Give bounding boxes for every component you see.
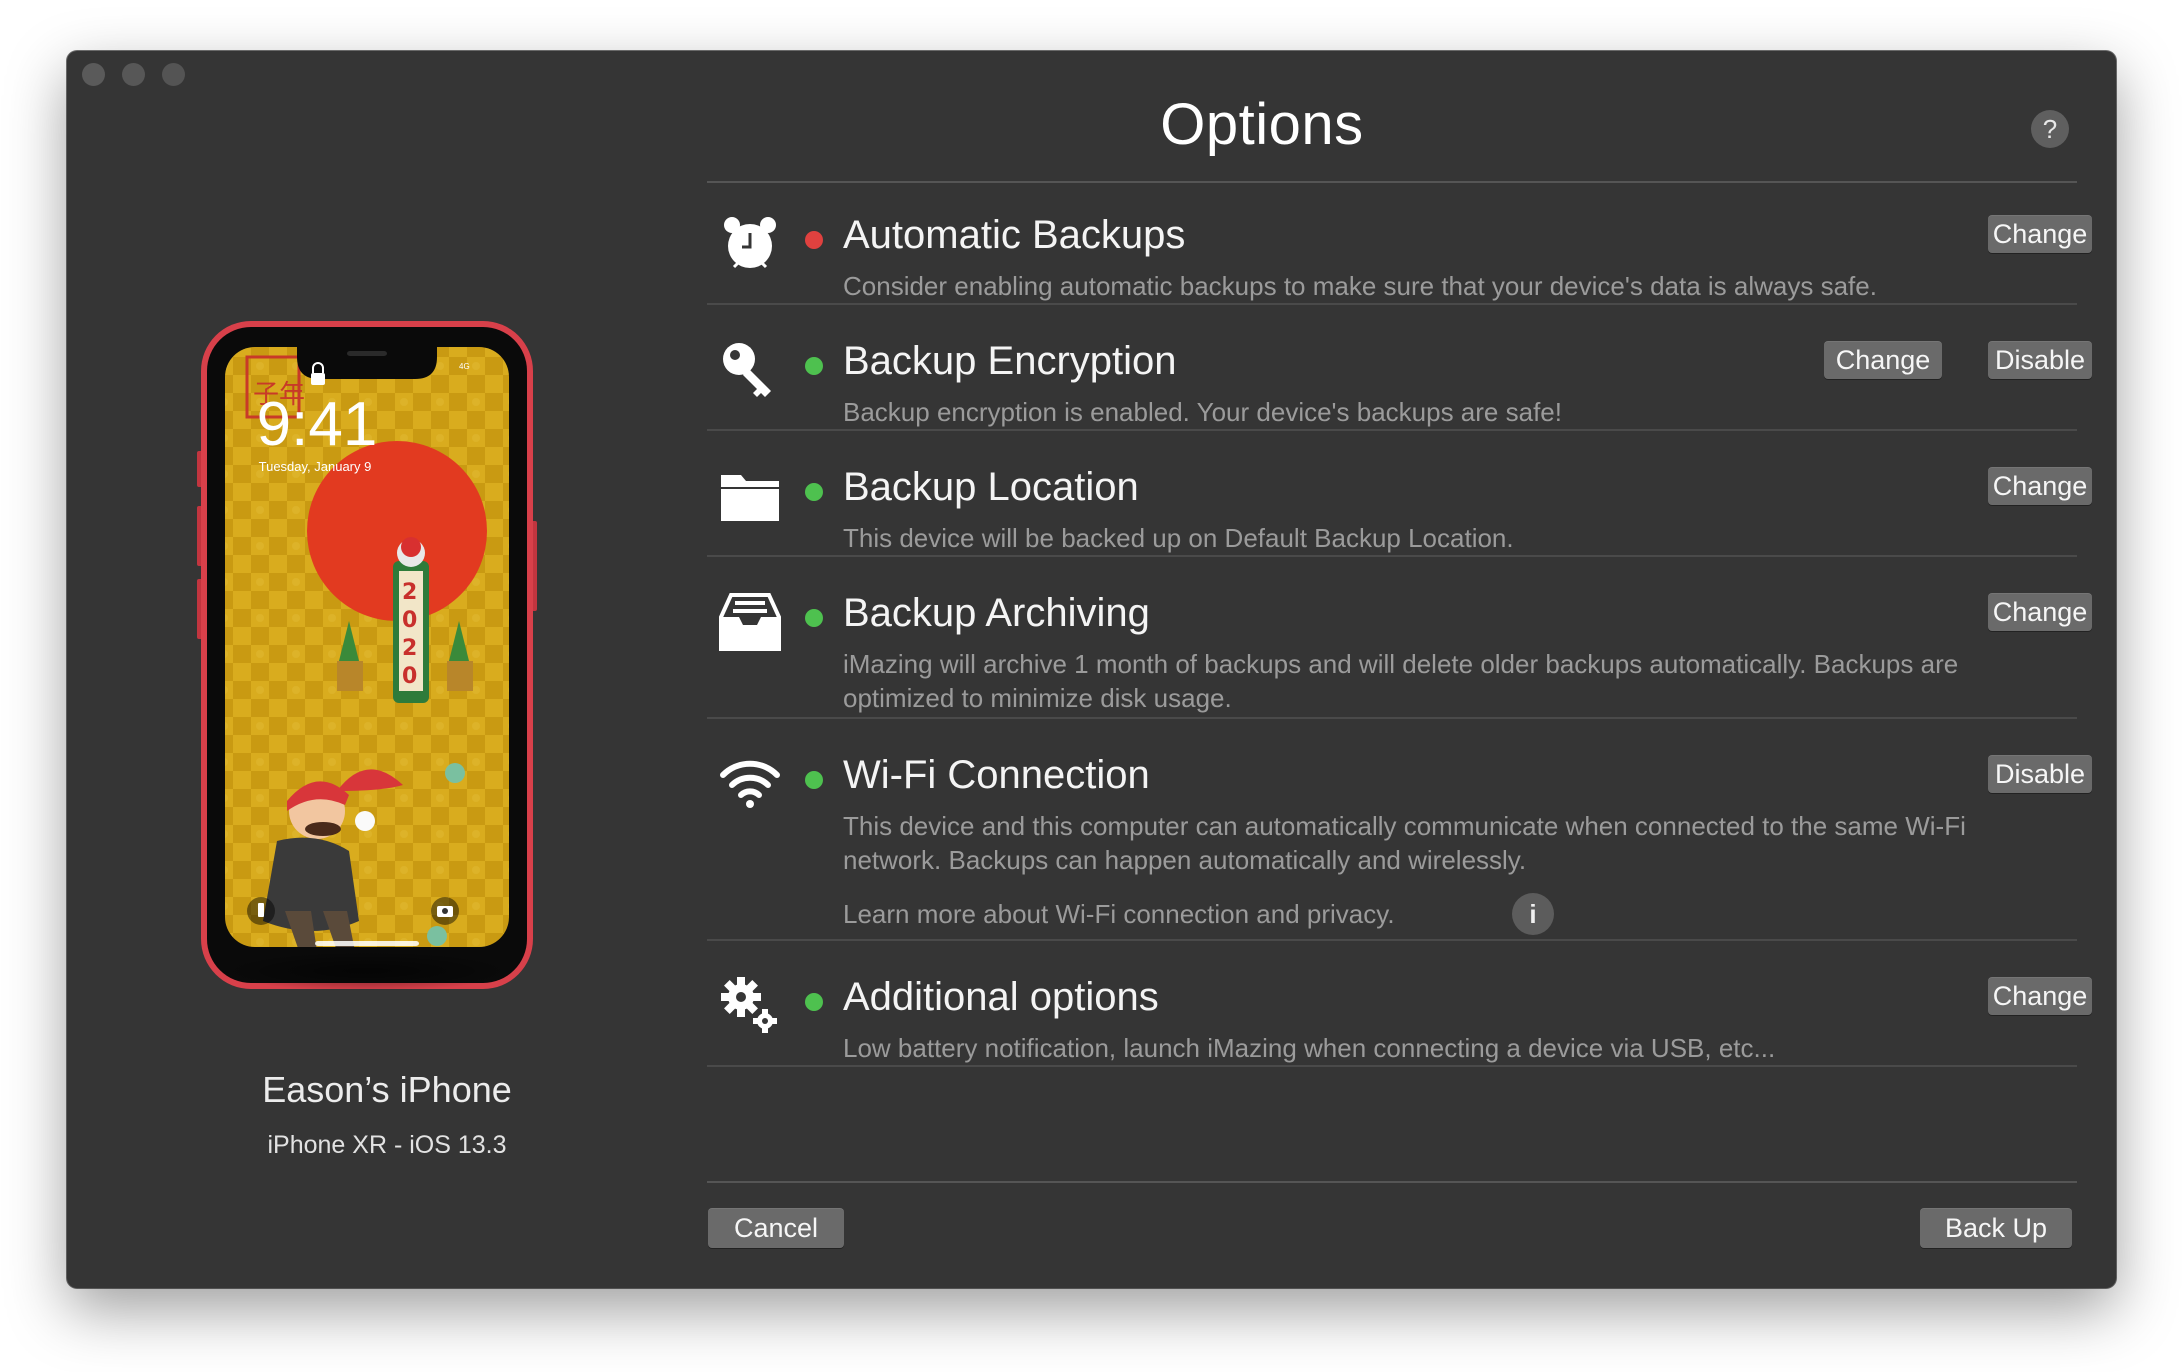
wifi-privacy-link[interactable]: Learn more about Wi-Fi connection and pr… [843, 899, 1395, 930]
backup-encryption-disable-button[interactable]: Disable [1988, 341, 2092, 379]
svg-text:0: 0 [402, 664, 417, 689]
device-model: iPhone XR - iOS 13.3 [267, 1131, 507, 1159]
status-dot-green [805, 357, 823, 375]
option-title: Wi-Fi Connection [843, 753, 1150, 797]
additional-options-change-button[interactable]: Change [1988, 977, 2092, 1015]
option-title: Additional options [843, 975, 1159, 1019]
device-panel: 子年 2 0 2 0 9:41 Tuesday, January 9 4G Ea… [67, 51, 707, 1288]
gears-icon [721, 977, 777, 1033]
row-divider [707, 555, 2077, 557]
backup-encryption-change-button[interactable]: Change [1824, 341, 1942, 379]
wifi-connection-disable-button[interactable]: Disable [1988, 755, 2092, 793]
help-button[interactable]: ? [2031, 110, 2069, 148]
svg-text:2: 2 [402, 580, 417, 605]
option-title: Backup Archiving [843, 591, 1150, 635]
status-dot-red [805, 231, 823, 249]
svg-text:0: 0 [402, 608, 417, 633]
automatic-backups-change-button[interactable]: Change [1988, 215, 2092, 253]
alarm-clock-icon [724, 217, 776, 269]
option-description: Low battery notification, launch iMazing… [843, 1033, 1776, 1063]
option-description: Backup encryption is enabled. Your devic… [843, 397, 1562, 427]
backup-location-change-button[interactable]: Change [1988, 467, 2092, 505]
option-description: This device and this computer can automa… [843, 811, 1966, 875]
backup-archiving-change-button[interactable]: Change [1988, 593, 2092, 631]
lockscreen-date: Tuesday, January 9 [259, 459, 372, 474]
status-dot-green [805, 771, 823, 789]
back-up-button[interactable]: Back Up [1920, 1208, 2072, 1248]
key-icon [723, 343, 771, 397]
option-title: Automatic Backups [843, 213, 1186, 257]
option-title: Backup Location [843, 465, 1139, 509]
status-dot-green [805, 993, 823, 1011]
lockscreen-time: 9:41 [257, 390, 378, 459]
device-name: Eason’s iPhone [262, 1069, 512, 1110]
device-image: 子年 2 0 2 0 9:41 Tuesday, January 9 4G [197, 321, 537, 1021]
option-description: Consider enabling automatic backups to m… [843, 271, 1877, 301]
status-dot-green [805, 483, 823, 501]
row-divider [707, 717, 2077, 719]
row-divider [707, 939, 2077, 941]
iphone-illustration: 子年 2 0 2 0 9:41 Tuesday, January 9 4G [197, 321, 537, 989]
svg-text:2: 2 [402, 636, 417, 661]
row-divider [707, 303, 2077, 305]
archive-tray-icon [719, 593, 781, 651]
header-divider [707, 181, 2077, 183]
option-description: iMazing will archive 1 month of backups … [843, 649, 1959, 713]
options-window: 子年 2 0 2 0 9:41 Tuesday, January 9 4G Ea… [67, 51, 2116, 1288]
row-divider [707, 1065, 2077, 1067]
folder-icon [721, 475, 779, 521]
carrier-label: 4G [459, 362, 470, 371]
status-dot-green [805, 609, 823, 627]
page-title: Options [1160, 92, 1364, 157]
info-button[interactable]: i [1512, 893, 1554, 935]
wifi-icon [720, 760, 780, 808]
option-title: Backup Encryption [843, 339, 1177, 383]
footer-divider [707, 1181, 2077, 1183]
cancel-button[interactable]: Cancel [708, 1208, 844, 1248]
option-description: This device will be backed up on Default… [843, 523, 1514, 553]
row-divider [707, 429, 2077, 431]
